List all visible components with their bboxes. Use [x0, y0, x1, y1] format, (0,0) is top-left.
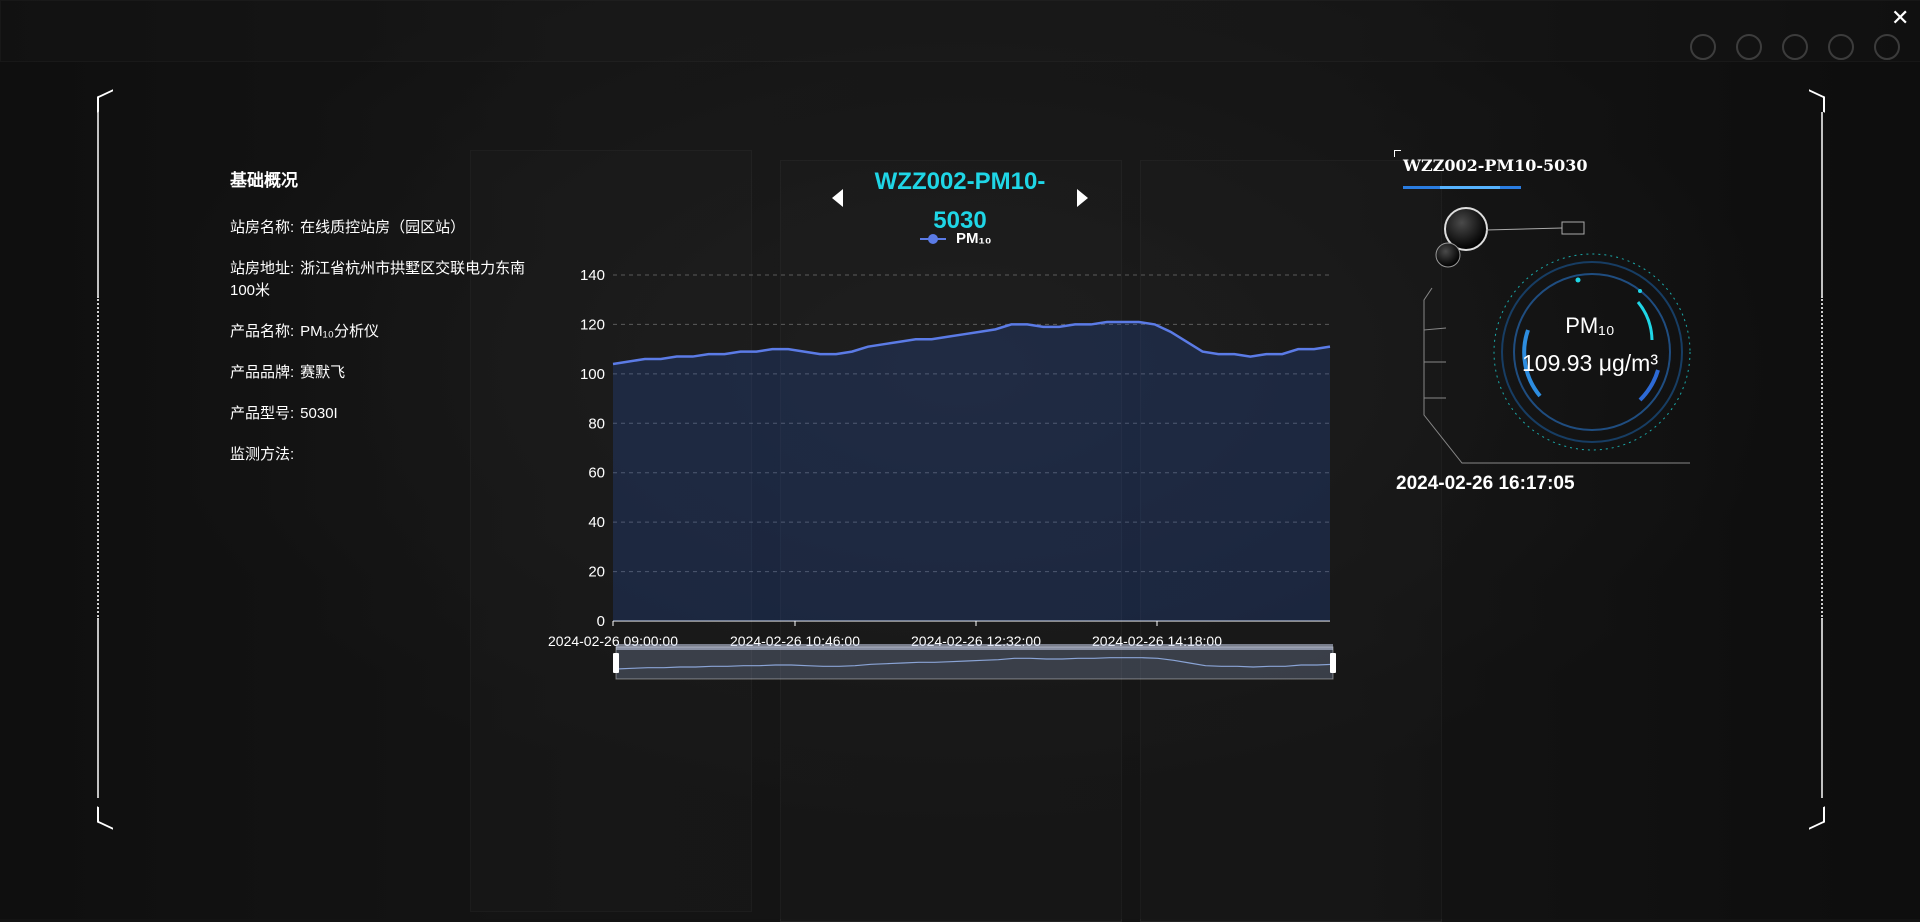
zoom-bar	[616, 644, 1333, 650]
zoom-handle-right[interactable]	[1330, 653, 1336, 673]
next-device-button[interactable]	[1077, 189, 1088, 207]
chart-title: WZZ002-PM10-5030	[874, 168, 1046, 234]
chart-legend[interactable]: PM₁₀	[920, 230, 991, 247]
share-icon	[1874, 34, 1900, 60]
gauge-label: PM₁₀	[1565, 313, 1615, 338]
info-label: 产品品牌:	[230, 364, 295, 381]
gauge-value: 109.93 μg/m³	[1522, 350, 1658, 376]
info-value: 赛默飞	[300, 364, 346, 381]
frame-left-line	[97, 112, 99, 296]
info-row-product-name: 产品名称: PM₁₀分析仪	[230, 321, 530, 343]
info-value: 5030I	[300, 405, 338, 422]
info-row-station-name: 站房名称: 在线质控站房（园区站）	[230, 217, 530, 239]
info-value: PM₁₀分析仪	[300, 323, 379, 340]
fullscreen-icon	[1828, 34, 1854, 60]
sound-icon	[1736, 34, 1762, 60]
info-row-method: 监测方法:	[230, 444, 530, 466]
close-icon[interactable]: ✕	[1891, 7, 1909, 29]
pm10-trend-chart: 0204060801001201402024-02-26 09:00:00 202…	[548, 267, 1336, 680]
info-label: 产品型号:	[230, 405, 295, 422]
y-tick-label: 80	[588, 415, 605, 432]
frame-left-dash	[97, 296, 101, 620]
frame-right-line	[1821, 112, 1823, 296]
device-tab[interactable]: WZZ002-PM10-5030	[1403, 156, 1588, 175]
frame-left-line-lower	[97, 620, 99, 798]
zoom-track	[615, 646, 1334, 680]
sensor-sphere-small-icon	[1435, 242, 1461, 268]
info-row-product-brand: 产品品牌: 赛默飞	[230, 362, 530, 384]
y-tick-label: 120	[580, 316, 605, 333]
device-tab-underline-glow	[1440, 186, 1500, 189]
prev-device-button[interactable]	[832, 189, 843, 207]
legend-label: PM₁₀	[956, 230, 992, 247]
y-tick-label: 140	[580, 267, 605, 284]
panel-title: 基础概况	[230, 171, 298, 190]
legend-marker-icon	[920, 233, 946, 245]
basic-info-panel: 基础概况 站房名称: 在线质控站房（园区站） 站房地址: 浙江省杭州市拱墅区交联电力…	[230, 166, 530, 485]
y-tick-label: 100	[580, 366, 605, 383]
toolbar-icons	[1690, 34, 1900, 60]
zoom-handle-left[interactable]	[613, 653, 619, 673]
info-label: 监测方法:	[230, 446, 295, 463]
y-tick-label: 20	[588, 564, 605, 581]
info-row-product-model: 产品型号: 5030I	[230, 403, 530, 425]
info-icon	[1782, 34, 1808, 60]
frame-right-dash	[1821, 296, 1825, 620]
y-tick-label: 40	[588, 514, 605, 531]
help-icon	[1690, 34, 1716, 60]
y-tick-label: 0	[597, 613, 605, 630]
info-value: 在线质控站房（园区站）	[300, 219, 466, 236]
info-label: 站房地址:	[230, 260, 295, 277]
series-area	[613, 321, 1330, 621]
sensor-tag-icon	[1561, 221, 1585, 235]
tab-corner	[1394, 150, 1401, 157]
info-row-station-address: 站房地址: 浙江省杭州市拱墅区交联电力东南100米	[230, 258, 530, 302]
frame-right-line-lower	[1821, 620, 1823, 798]
info-label: 站房名称:	[230, 219, 295, 236]
timestamp: 2024-02-26 16:17:05	[1396, 473, 1575, 494]
y-tick-label: 60	[588, 465, 605, 482]
info-label: 产品名称:	[230, 323, 295, 340]
